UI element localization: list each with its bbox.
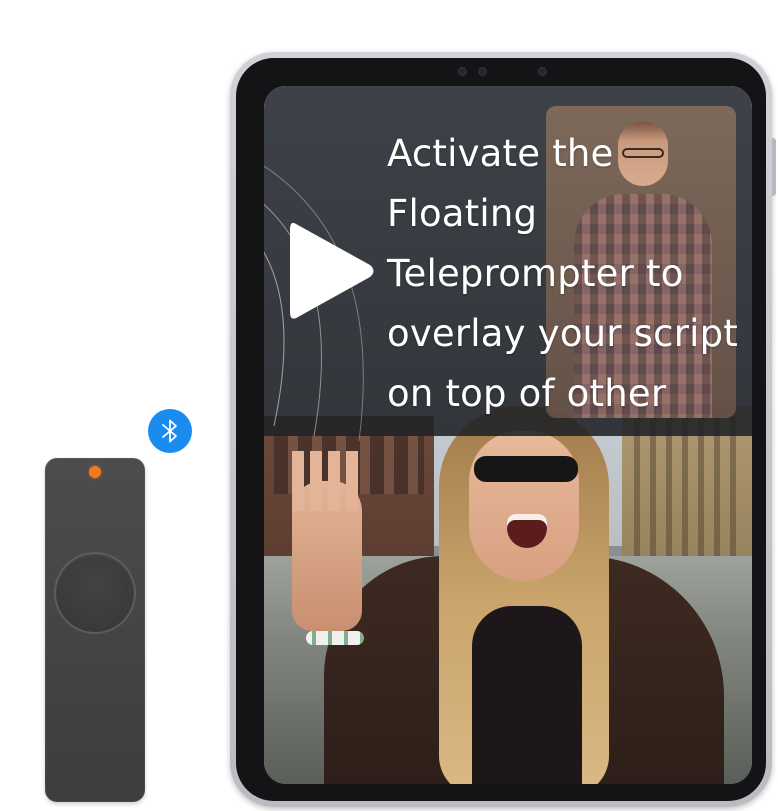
camera-icon	[458, 67, 467, 76]
bluetooth-glyph-icon	[162, 419, 177, 443]
remote-status-led	[89, 466, 101, 478]
presenter-face	[469, 431, 579, 581]
presenter-waving-hand	[286, 451, 368, 631]
play-icon[interactable]	[282, 216, 378, 326]
tablet-screen: Activate the Floating Teleprompter to ov…	[264, 86, 752, 784]
tablet-device: Activate the Floating Teleprompter to ov…	[230, 52, 776, 807]
presenter-bracelet	[306, 631, 364, 645]
tablet-side-button	[772, 138, 776, 196]
bluetooth-remote	[45, 458, 145, 802]
product-illustration: Activate the Floating Teleprompter to ov…	[0, 0, 778, 811]
presenter-top	[472, 606, 582, 784]
tablet-bezel: Activate the Floating Teleprompter to ov…	[236, 58, 766, 801]
presenter-sunglasses	[474, 456, 578, 482]
remote-main-button[interactable]	[56, 554, 134, 632]
camera-icon	[538, 67, 547, 76]
headline-text: Activate the Floating Teleprompter to ov…	[387, 132, 738, 415]
camera-icon	[478, 67, 487, 76]
bluetooth-icon	[148, 409, 192, 453]
